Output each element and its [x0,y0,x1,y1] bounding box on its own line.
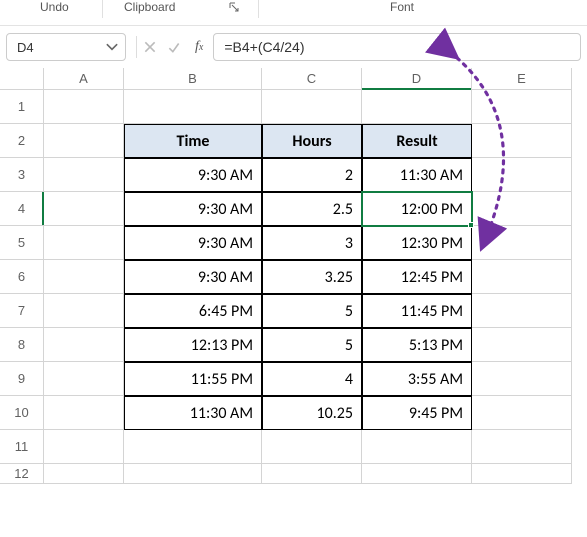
cell-D7[interactable]: 11:45 PM [362,294,472,328]
cancel-icon[interactable] [143,40,157,54]
cell-E5[interactable] [472,226,572,260]
name-box[interactable]: D4 [6,33,126,61]
row-header-3[interactable]: 3 [0,158,44,192]
column-headers: A B C D E [0,68,587,90]
cell-B8[interactable]: 12:13 PM [124,328,262,362]
col-header-E[interactable]: E [472,68,572,90]
cell-B5[interactable]: 9:30 AM [124,226,262,260]
cell-A3[interactable] [44,158,124,192]
cell-B12[interactable] [124,464,262,484]
row-header-6[interactable]: 6 [0,260,44,294]
cell-E11[interactable] [472,430,572,464]
cell-C3[interactable]: 2 [262,158,362,192]
cell-E9[interactable] [472,362,572,396]
row-header-8[interactable]: 8 [0,328,44,362]
col-header-B[interactable]: B [124,68,262,90]
cell-B9[interactable]: 11:55 PM [124,362,262,396]
formula-input[interactable]: =B4+(C4/24) [213,33,581,61]
row-header-2[interactable]: 2 [0,124,44,158]
row-header-5[interactable]: 5 [0,226,44,260]
cell-E7[interactable] [472,294,572,328]
divider [136,36,137,58]
ribbon-group-font[interactable]: Font [390,0,414,14]
cell-B4[interactable]: 9:30 AM [124,192,262,226]
cell-D8[interactable]: 5:13 PM [362,328,472,362]
formula-bar-controls: fx [143,39,203,55]
ribbon-group-undo[interactable]: Undo [40,0,69,14]
cell-D3[interactable]: 11:30 AM [362,158,472,192]
cell-C7[interactable]: 5 [262,294,362,328]
cell-E2[interactable] [472,124,572,158]
cell-D4[interactable]: 12:00 PM [362,192,472,226]
cell-E4[interactable] [472,192,572,226]
cell-E3[interactable] [472,158,572,192]
cell-A6[interactable] [44,260,124,294]
cell-D12[interactable] [362,464,472,484]
row-header-4[interactable]: 4 [0,192,44,226]
cell-D10[interactable]: 9:45 PM [362,396,472,430]
cell-B6[interactable]: 9:30 AM [124,260,262,294]
ribbon-group-clipboard[interactable]: Clipboard [124,0,175,14]
cell-A1[interactable] [44,90,124,124]
cell-A11[interactable] [44,430,124,464]
formula-value: =B4+(C4/24) [224,39,304,55]
fill-handle[interactable] [468,222,474,228]
col-header-C[interactable]: C [262,68,362,90]
cell-B7[interactable]: 6:45 PM [124,294,262,328]
row-header-11[interactable]: 11 [0,430,44,464]
cell-E6[interactable] [472,260,572,294]
cell-E1[interactable] [472,90,572,124]
cell-D1[interactable] [362,90,472,124]
cell-E8[interactable] [472,328,572,362]
select-all-corner[interactable] [0,68,44,90]
cell-C6[interactable]: 3.25 [262,260,362,294]
cell-C1[interactable] [262,90,362,124]
cell-C2[interactable]: Hours [262,124,362,158]
cell-D6[interactable]: 12:45 PM [362,260,472,294]
cell-E10[interactable] [472,396,572,430]
row-header-10[interactable]: 10 [0,396,44,430]
cell-B3[interactable]: 9:30 AM [124,158,262,192]
cell-A12[interactable] [44,464,124,484]
cell-B10[interactable]: 11:30 AM [124,396,262,430]
cell-D11[interactable] [362,430,472,464]
cell-A10[interactable] [44,396,124,430]
formula-bar-row: D4 fx =B4+(C4/24) [0,26,587,68]
row-header-7[interactable]: 7 [0,294,44,328]
row-header-9[interactable]: 9 [0,362,44,396]
ribbon-group-labels: Undo Clipboard Font [0,0,587,26]
cell-C11[interactable] [262,430,362,464]
cell-A2[interactable] [44,124,124,158]
cell-C5[interactable]: 3 [262,226,362,260]
enter-icon[interactable] [167,40,181,54]
cell-D9[interactable]: 3:55 AM [362,362,472,396]
fx-icon[interactable]: fx [195,39,203,55]
name-box-value: D4 [17,40,34,55]
col-header-D[interactable]: D [362,68,472,90]
row-header-12[interactable]: 12 [0,464,44,484]
cell-C9[interactable]: 4 [262,362,362,396]
cell-D2[interactable]: Result [362,124,472,158]
col-header-A[interactable]: A [44,68,124,90]
cell-B1[interactable] [124,90,262,124]
cell-A4[interactable] [44,192,124,226]
cell-A7[interactable] [44,294,124,328]
chevron-down-icon[interactable] [105,40,119,54]
dialog-launcher-icon[interactable] [229,2,239,12]
cell-A5[interactable] [44,226,124,260]
cell-A8[interactable] [44,328,124,362]
cell-D4-value: 12:00 PM [401,200,463,219]
cell-C10[interactable]: 10.25 [262,396,362,430]
cell-B2[interactable]: Time [124,124,262,158]
cell-A9[interactable] [44,362,124,396]
row-header-1[interactable]: 1 [0,90,44,124]
cell-E12[interactable] [472,464,572,484]
cell-C4[interactable]: 2.5 [262,192,362,226]
cell-B11[interactable] [124,430,262,464]
cell-D5[interactable]: 12:30 PM [362,226,472,260]
cell-C8[interactable]: 5 [262,328,362,362]
spreadsheet-grid[interactable]: A B C D E 1 2 Time Hours Result 3 9:30 [0,68,587,484]
cell-C12[interactable] [262,464,362,484]
